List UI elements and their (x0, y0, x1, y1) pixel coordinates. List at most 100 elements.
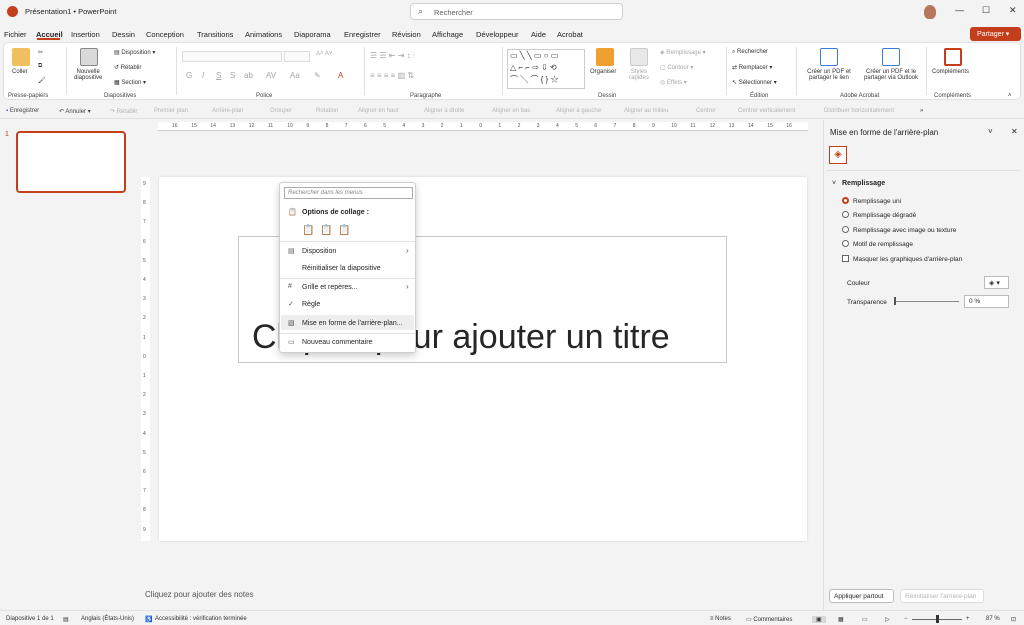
paste-image-icon[interactable]: 📋 (320, 225, 332, 236)
zoom-thumb[interactable] (936, 615, 939, 623)
reading-view-icon[interactable]: ▭ (862, 616, 868, 623)
tab-aide[interactable]: Aide (531, 30, 546, 39)
accessibility-icon[interactable]: ♿ (145, 616, 152, 623)
tab-developpeur[interactable]: Développeur (476, 30, 519, 39)
fill-bucket-icon[interactable]: ◈ (829, 146, 847, 164)
tab-animations[interactable]: Animations (245, 30, 282, 39)
minimize-icon[interactable]: — (955, 5, 964, 15)
section-button[interactable]: ▦ Section ▾ (114, 79, 146, 86)
chevron-down-icon[interactable]: ˅ (988, 127, 993, 136)
retablir-button[interactable]: ↺ Rétablir (114, 64, 141, 71)
quick-styles-icon[interactable] (630, 48, 648, 66)
zoom-level[interactable]: 87 % (986, 616, 1000, 622)
radio-remplissage-image[interactable] (842, 226, 849, 233)
case-icon[interactable]: Aa (290, 71, 300, 80)
notes-placeholder[interactable]: Cliquez pour ajouter des notes (145, 590, 254, 599)
menu-item-reinitialiser[interactable]: Réinitialiser la diapositive (302, 265, 381, 272)
slideshow-icon[interactable]: ▷ (885, 616, 890, 623)
tab-transitions[interactable]: Transitions (197, 30, 233, 39)
tab-fichier[interactable]: Fichier (4, 30, 27, 39)
search-box[interactable]: ⌕ Rechercher (410, 3, 623, 20)
align-icons[interactable]: ≡ ≡ ≡ ≡ ▥ ⇅ (370, 71, 414, 80)
vertical-ruler[interactable]: 9 8 7 6 5 4 3 2 1 0 1 2 3 4 5 6 7 8 9 (141, 177, 150, 541)
qat-aligner-haut[interactable]: Aligner en haut (358, 108, 398, 114)
tab-revision[interactable]: Révision (392, 30, 421, 39)
font-name-dropdown[interactable] (182, 51, 282, 62)
share-button[interactable]: Partager ▾ (970, 27, 1021, 41)
qat-grouper[interactable]: Grouper (270, 108, 292, 114)
styles-rapides-button[interactable]: Styles rapides (626, 69, 652, 81)
qat-rotation[interactable]: Rotation (316, 108, 338, 114)
effets-button[interactable]: ◎ Effets ▾ (660, 79, 687, 86)
bold-icon[interactable]: G (186, 71, 192, 80)
font-size-dropdown[interactable] (284, 51, 310, 62)
qat-distribuer[interactable]: Distribuer horizontalement (824, 108, 894, 114)
copy-icon[interactable]: ⧉ (38, 63, 42, 70)
organiser-button[interactable]: Organiser (590, 69, 616, 75)
section-remplissage[interactable]: Remplissage (842, 180, 885, 187)
qat-arriere-plan[interactable]: Arrière-plan (212, 108, 243, 114)
format-painter-icon[interactable]: 🖌 (38, 77, 46, 84)
menu-item-regle[interactable]: Règle (302, 301, 320, 308)
highlight-icon[interactable]: ✎ (314, 71, 321, 80)
menu-search-input[interactable]: Rechercher dans les menus (284, 187, 413, 199)
transparence-slider[interactable] (895, 301, 959, 302)
coller-label[interactable]: Coller (12, 69, 28, 75)
avatar[interactable] (924, 5, 936, 19)
save-button[interactable]: ▪ Enregistrer (6, 108, 39, 114)
grow-font-icon[interactable]: A˄ A˅ (316, 51, 332, 57)
slide-thumbnail[interactable] (16, 131, 126, 193)
paste-text-only-icon[interactable]: 📋 (338, 225, 350, 236)
close-pane-icon[interactable]: ✕ (1011, 127, 1018, 136)
transparence-input[interactable]: 0 % (964, 295, 1009, 308)
radio-remplissage-degrade[interactable] (842, 211, 849, 218)
redo-button[interactable]: ↷ Rétablir (110, 108, 137, 115)
fit-slide-icon[interactable]: ⊡ (1011, 616, 1016, 623)
radio-remplissage-uni[interactable] (842, 197, 849, 204)
qat-aligner-gauche[interactable]: Aligner à gauche (556, 108, 601, 114)
cut-icon[interactable]: ✂ (38, 49, 43, 56)
maximize-icon[interactable]: ☐ (982, 5, 990, 16)
qat-aligner-bas[interactable]: Aligner en bas (492, 108, 530, 114)
rechercher-button[interactable]: ⌕ Rechercher (732, 49, 768, 56)
qat-centrer-vert[interactable]: Centrer verticalement (738, 108, 795, 114)
tab-enregistrer[interactable]: Enregistrer (344, 30, 381, 39)
status-accessibility[interactable]: Accessibilité : vérification terminée (155, 616, 247, 622)
zoom-out-icon[interactable]: − (904, 616, 908, 622)
close-icon[interactable]: ✕ (1009, 5, 1017, 16)
strikethrough-icon[interactable]: ab (244, 71, 253, 80)
font-color-icon[interactable]: A (338, 71, 343, 80)
qat-aligner-droite[interactable]: Aligner à droite (424, 108, 464, 114)
tab-affichage[interactable]: Affichage (432, 30, 463, 39)
paste-icon[interactable] (12, 48, 30, 66)
new-slide-icon[interactable] (80, 48, 98, 66)
creer-pdf-outlook-button[interactable]: Créer un PDF et le partager via Outlook (858, 69, 924, 81)
label-remplissage-uni[interactable]: Remplissage uni (853, 198, 901, 205)
color-picker-button[interactable]: ◈ ▾ (984, 276, 1009, 289)
qat-more-icon[interactable]: » (920, 108, 923, 114)
reinitialiser-arriere-plan-button[interactable]: Réinitialiser l'arrière-plan (900, 589, 984, 603)
notes-button[interactable]: ≡ Notes (710, 616, 731, 622)
label-motif[interactable]: Motif de remplissage (853, 241, 913, 248)
slide-sorter-icon[interactable]: ▦ (838, 616, 844, 623)
spacing-icon[interactable]: AV (266, 71, 276, 80)
menu-item-disposition[interactable]: Disposition (302, 248, 336, 255)
qat-aligner-milieu[interactable]: Aligner au milieu (624, 108, 668, 114)
bullets-icon[interactable]: ☰ ☰ ⇤ ⇥ ↕ ⫶ (370, 51, 415, 61)
menu-item-commentaire[interactable]: Nouveau commentaire (302, 339, 372, 346)
label-masquer[interactable]: Masquer les graphiques d'arrière-plan (853, 256, 962, 263)
label-remplissage-degrade[interactable]: Remplissage dégradé (853, 212, 916, 219)
nouvelle-diapositive-button[interactable]: Nouvelle diapositive (74, 69, 102, 81)
italic-icon[interactable]: I (202, 71, 204, 80)
tab-conception[interactable]: Conception (146, 30, 184, 39)
pdf-outlook-icon[interactable] (882, 48, 900, 66)
tab-diaporama[interactable]: Diaporama (294, 30, 331, 39)
tab-insertion[interactable]: Insertion (71, 30, 100, 39)
qat-premier-plan[interactable]: Premier plan (154, 108, 188, 114)
addins-icon[interactable] (944, 48, 962, 66)
underline-icon[interactable]: S (216, 71, 221, 80)
undo-button[interactable]: ↶ Annuler ▾ (59, 108, 91, 115)
contour-button[interactable]: ▢ Contour ▾ (660, 64, 693, 71)
status-language[interactable]: Anglais (États-Unis) (81, 616, 134, 622)
collapse-ribbon-icon[interactable]: ˄ (1008, 93, 1012, 99)
